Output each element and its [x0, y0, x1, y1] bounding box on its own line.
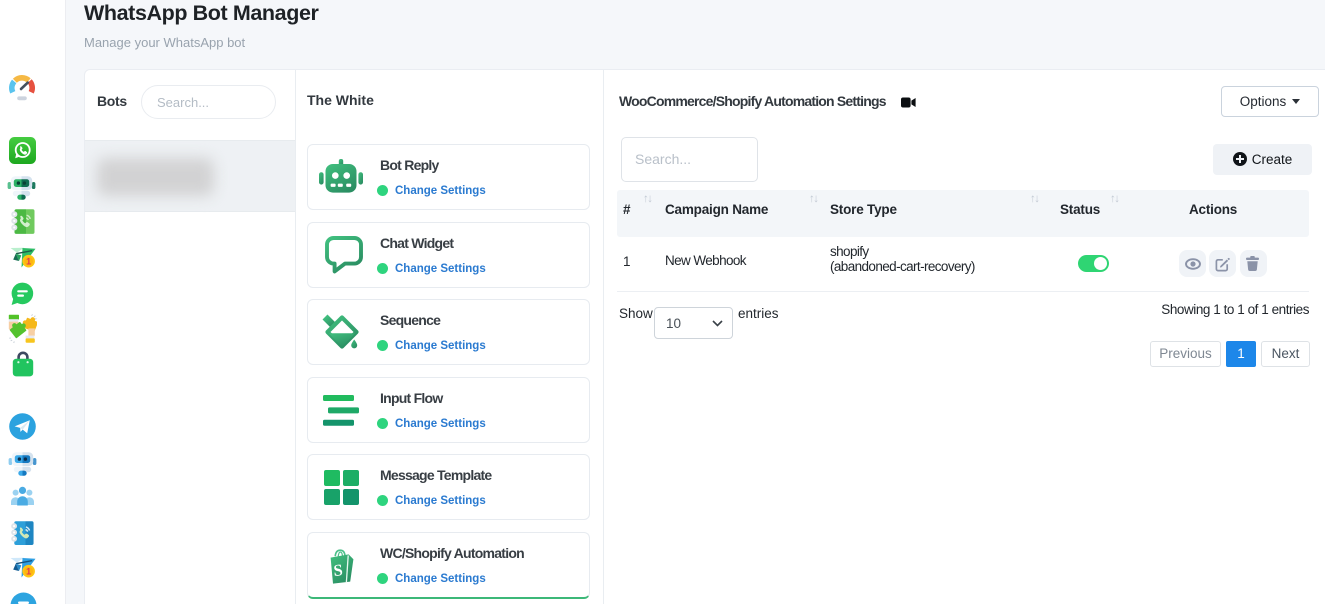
svg-text:1: 1: [26, 256, 31, 266]
svg-text:S: S: [333, 560, 344, 580]
svg-text:1: 1: [26, 566, 31, 576]
